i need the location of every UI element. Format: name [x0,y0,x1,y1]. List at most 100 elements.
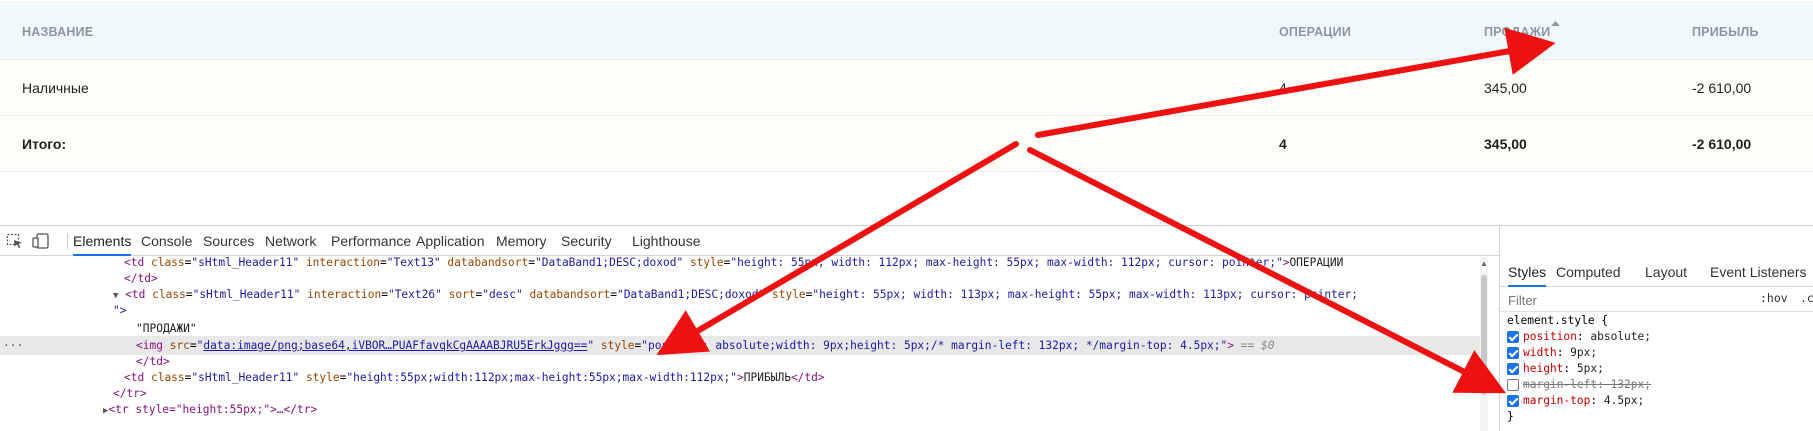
total-profit: -2 610,00 [1692,136,1752,152]
property-value[interactable]: 5px; [1577,362,1604,375]
tab-memory[interactable]: Memory [496,226,547,256]
property-value[interactable]: absolute; [1590,330,1651,343]
tag-close: </td> [136,355,170,368]
attr-name: class [152,288,186,301]
attr-name: class [150,371,185,384]
attr-name: style [600,339,635,352]
property-name[interactable]: height [1523,362,1563,375]
tag-close: > [737,371,744,384]
toolbar-divider [67,233,68,249]
tag-close: > [1227,339,1235,352]
attr-value: "position: absolute;width: 9px;height: 5… [641,339,1228,352]
style-property: height: 5px; [1500,361,1813,377]
expand-triangle-icon[interactable]: ▼ [113,291,118,301]
collapsed-row: <tr style="height:55px;">…</tr> [108,403,318,416]
dom-line[interactable]: ▶<tr style="height:55px;">…</tr> [0,400,1488,419]
report-table: НАЗВАНИЕ ОПЕРАЦИИ ПРОДАЖИ ПРИБЫЛЬ Наличн… [0,0,1813,225]
rule-selector: element.style { [1507,314,1609,327]
attr-name: src [169,339,190,352]
tab-sources[interactable]: Sources [203,226,254,256]
attr-value: "Text13" [386,257,441,269]
property-value[interactable]: 132px; [1611,378,1651,391]
style-property-disabled: margin-left: 132px; [1500,377,1813,393]
total-sales: 345,00 [1484,136,1527,152]
attr-value: "sHtml_Header11" [191,371,300,384]
styles-sidebar: Styles Computed Layout Event Listeners :… [1499,226,1813,431]
attr-name: class [150,257,185,269]
property-value[interactable]: 9px; [1570,346,1597,359]
header-name[interactable]: НАЗВАНИЕ [22,4,93,60]
attr-value: "DataBand1;DESC;doxod" [617,288,766,301]
attr-name: interaction [305,257,381,269]
header-operations[interactable]: ОПЕРАЦИИ [1279,4,1351,60]
style-property: margin-top: 4.5px; [1500,393,1813,409]
attr-name: databandsort [447,257,529,269]
property-checkbox[interactable] [1507,379,1519,391]
text-node: "ПРОДАЖИ" [136,322,197,335]
tab-lighthouse[interactable]: Lighthouse [632,226,701,256]
tab-performance[interactable]: Performance [331,226,411,256]
dom-line[interactable]: "> [0,301,1488,320]
src-link[interactable]: data:image/png;base64,iVBOR…PUAFfavqkCgA… [203,339,587,352]
node-text: ОПЕРАЦИИ [1289,257,1344,269]
tab-network[interactable]: Network [265,226,316,256]
selected-marker: == $0 [1240,339,1275,352]
total-label: Итого: [22,136,67,152]
tag-open: <img [136,339,163,352]
table-total-row: Итого: 4 345,00 -2 610,00 [0,116,1813,172]
attr-value: "desc" [482,288,523,301]
attr-name: databandsort [529,288,611,301]
scroll-up-icon[interactable]: ▲ [1480,259,1488,268]
styles-filter-bar: :hov .c [1500,288,1813,312]
attr-name: style [305,371,340,384]
attr-value-cont: "> [113,304,127,317]
row-name: Наличные [22,80,89,96]
attr-value: "sHtml_Header11" [191,257,300,269]
attr-value: "height: 55px; width: 112px; max-height:… [730,257,1283,269]
tab-console[interactable]: Console [141,226,192,256]
tab-security[interactable]: Security [561,226,612,256]
class-toggle[interactable]: .c [1800,291,1813,305]
tag-close: </td> [124,272,158,285]
header-profit[interactable]: ПРИБЫЛЬ [1692,4,1759,60]
property-checkbox[interactable] [1507,331,1519,343]
table-header-row: НАЗВАНИЕ ОПЕРАЦИИ ПРОДАЖИ ПРИБЫЛЬ [0,4,1813,60]
tab-computed[interactable]: Computed [1556,257,1621,287]
device-toolbar-icon[interactable] [32,233,50,249]
rule-close: } [1507,410,1514,423]
row-operations: 4 [1279,80,1287,96]
scroll-thumb[interactable] [1481,275,1487,395]
tag-open: <td [124,371,145,384]
tab-styles[interactable]: Styles [1508,257,1547,287]
devtools-panel: Elements Console Sources Network Perform… [0,225,1813,431]
tag-open: <td [124,257,145,269]
header-sales[interactable]: ПРОДАЖИ [1484,4,1561,60]
dom-scrollbar[interactable]: ▲ [1480,257,1488,431]
inspect-element-icon[interactable] [6,233,24,249]
property-name[interactable]: position [1523,330,1577,343]
report-empty-area [0,172,1813,225]
node-text: ПРИБЫЛЬ [743,371,791,384]
tab-application[interactable]: Application [416,226,485,256]
attr-value: "Text26" [387,288,442,301]
header-sales-label: ПРОДАЖИ [1484,25,1551,39]
sort-asc-arrow-icon[interactable] [1551,21,1561,26]
attr-value: "DataBand1;DESC;doxod" [535,257,684,269]
style-property: position: absolute; [1500,329,1813,345]
table-row: Наличные 4 345,00 -2 610,00 [0,60,1813,116]
tab-event-listeners[interactable]: Event Listeners [1710,257,1807,287]
property-checkbox[interactable] [1507,347,1519,359]
attr-name: style [771,288,806,301]
property-checkbox[interactable] [1507,395,1519,407]
property-value[interactable]: 4.5px; [1604,394,1644,407]
property-name[interactable]: margin-top [1523,394,1590,407]
attr-value: "sHtml_Header11" [192,288,301,301]
styles-filter-input[interactable] [1508,291,1708,309]
tab-layout[interactable]: Layout [1645,257,1687,287]
attr-name: style [689,257,724,269]
property-checkbox[interactable] [1507,363,1519,375]
hover-state-toggle[interactable]: :hov [1760,291,1788,305]
property-name[interactable]: width [1523,346,1557,359]
property-name[interactable]: margin-left [1523,378,1597,391]
tab-elements[interactable]: Elements [73,226,132,256]
